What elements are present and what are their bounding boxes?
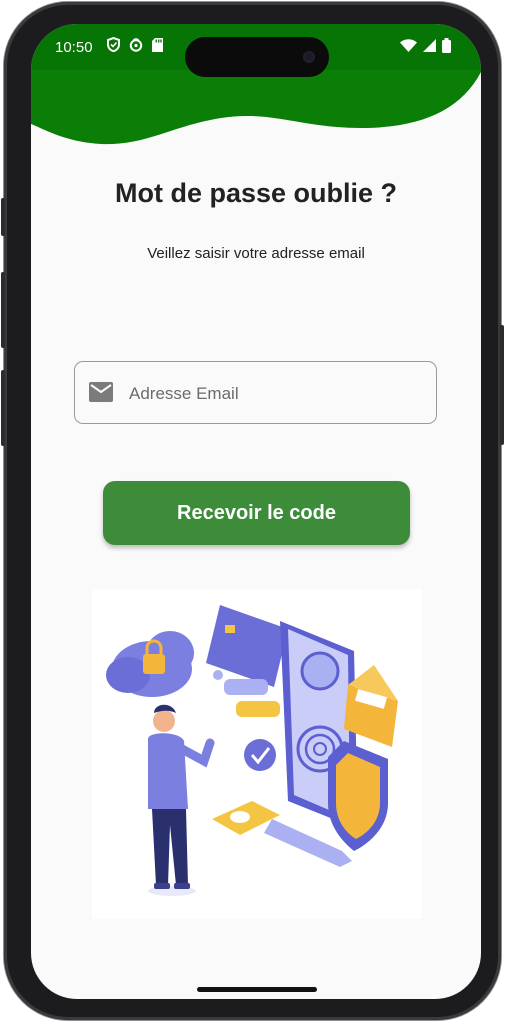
- signal-icon: [423, 39, 436, 52]
- receive-code-button[interactable]: Recevoir le code: [103, 481, 410, 545]
- dynamic-island: [185, 37, 329, 77]
- person-figure: [148, 704, 215, 896]
- status-bar: 10:50: [31, 24, 481, 77]
- sync-icon: [129, 37, 143, 52]
- front-camera: [303, 51, 315, 63]
- home-indicator[interactable]: [197, 987, 317, 992]
- checkmark-badge: [244, 739, 276, 771]
- shield-icon: [107, 37, 120, 52]
- volume-down-button: [1, 370, 5, 446]
- battery-icon: [442, 38, 451, 53]
- mail-icon: [89, 382, 113, 402]
- page-title: Mot de passe oublie ?: [114, 178, 398, 208]
- wifi-icon: [400, 39, 417, 52]
- email-input[interactable]: [127, 376, 421, 412]
- shield-graphic: [328, 741, 388, 851]
- action-button: [1, 198, 5, 236]
- volume-up-button: [1, 272, 5, 348]
- security-illustration: [92, 589, 422, 919]
- cloud-lock-icon: [106, 631, 194, 697]
- sdcard-icon: [152, 37, 163, 52]
- power-button: [500, 325, 504, 445]
- app-screen: 10:50 Mot de passe oublie ? Veillez sais…: [31, 24, 481, 999]
- email-field[interactable]: [74, 361, 437, 424]
- page-subtitle: Veillez saisir votre adresse email: [147, 245, 365, 262]
- status-time: 10:50: [55, 39, 93, 56]
- phone-frame: 10:50 Mot de passe oublie ? Veillez sais…: [1, 2, 504, 1020]
